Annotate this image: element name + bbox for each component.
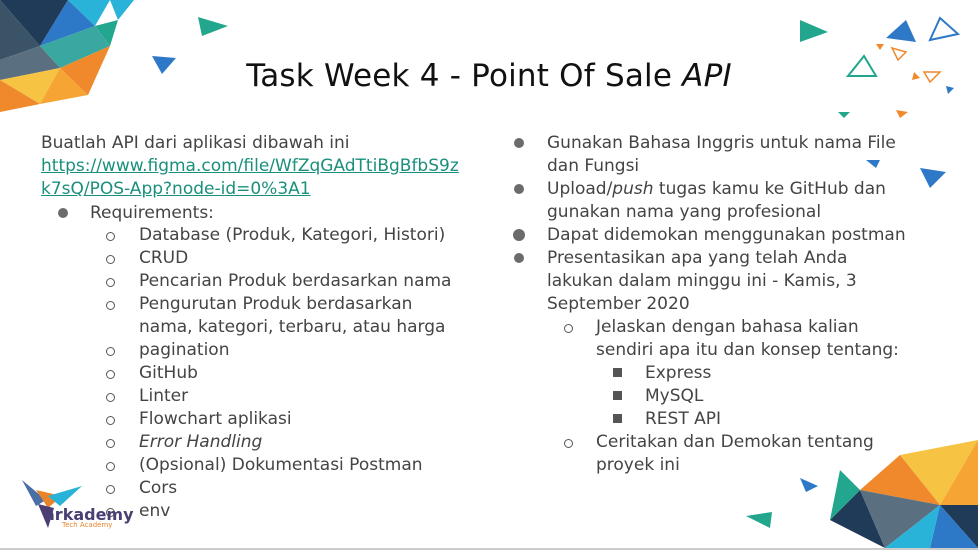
requirement-item: Pencarian Produk berdasarkan nama bbox=[139, 271, 452, 291]
bullet-ring bbox=[564, 324, 573, 333]
slide-bottom-border bbox=[0, 548, 978, 550]
bullet-ring bbox=[106, 347, 115, 356]
sub-bullet-text: Ceritakan dan Demokan tentang bbox=[596, 432, 874, 452]
requirement-item: GitHub bbox=[139, 363, 198, 383]
bullet-square bbox=[613, 414, 622, 423]
requirements-label: Requirements: bbox=[90, 203, 214, 223]
bullet-ring bbox=[106, 439, 115, 448]
bullet-square bbox=[613, 391, 622, 400]
requirement-item: Error Handling bbox=[139, 432, 263, 452]
bullet-ring bbox=[106, 416, 115, 425]
upload-text: Upload/ bbox=[547, 179, 613, 199]
bullet-ring bbox=[106, 301, 115, 310]
bullet-dot bbox=[58, 208, 68, 218]
arkademy-logo-tagline: Tech Academy bbox=[62, 521, 113, 529]
bullet-dot bbox=[513, 229, 525, 241]
slide-title: Task Week 4 - Point Of Sale API bbox=[0, 58, 978, 94]
bullet-ring bbox=[106, 278, 115, 287]
right-bullet-text: gunakan nama yang profesional bbox=[547, 202, 822, 222]
requirement-item: pagination bbox=[139, 340, 230, 360]
bullet-ring bbox=[106, 232, 115, 241]
requirement-item-continued: nama, kategori, terbaru, atau harga bbox=[139, 317, 446, 337]
bullet-ring bbox=[106, 370, 115, 379]
requirement-item: Database (Produk, Kategori, Histori) bbox=[139, 225, 446, 245]
title-italic-text: API bbox=[682, 58, 732, 94]
tech-item: REST API bbox=[645, 409, 722, 429]
tech-item: MySQL bbox=[645, 386, 704, 406]
requirement-item: Pengurutan Produk berdasarkan bbox=[139, 294, 413, 314]
right-bullet-text: Gunakan Bahasa Inggris untuk nama File bbox=[547, 133, 896, 153]
right-bullet-text: Upload/push tugas kamu ke GitHub dan bbox=[547, 178, 886, 201]
bullet-square bbox=[613, 368, 622, 377]
push-text: push bbox=[612, 179, 654, 199]
presentation-line3: September 2020 bbox=[547, 294, 690, 314]
requirement-item: Flowchart aplikasi bbox=[139, 409, 292, 429]
presentation-line1: Presentasikan apa yang telah Anda bbox=[547, 248, 848, 268]
bullet-ring bbox=[106, 462, 115, 471]
figma-link-line1[interactable]: https://www.figma.com/file/WfZqGAdTtiBgB… bbox=[41, 155, 459, 178]
slide: Task Week 4 - Point Of Sale API Buatlah … bbox=[0, 0, 978, 560]
github-text: tugas kamu ke GitHub dan bbox=[653, 179, 886, 199]
presentation-line2: lakukan dalam minggu ini - Kamis, 3 bbox=[547, 271, 857, 291]
figma-link-line2[interactable]: k7sQ/POS-App?node-id=0%3A1 bbox=[41, 178, 311, 201]
bullet-dot bbox=[514, 184, 524, 194]
sub-bullet-text: proyek ini bbox=[596, 455, 680, 475]
sub-bullet-text: sendiri apa itu dan konsep tentang: bbox=[596, 340, 899, 360]
requirement-item: Cors bbox=[139, 478, 178, 498]
right-bullet-text: Dapat didemokan menggunakan postman bbox=[547, 225, 906, 245]
title-main-text: Task Week 4 - Point Of Sale bbox=[246, 58, 683, 94]
sub-bullet-text: Jelaskan dengan bahasa kalian bbox=[596, 317, 859, 337]
bullet-ring bbox=[564, 439, 573, 448]
intro-text: Buatlah API dari aplikasi dibawah ini bbox=[41, 133, 350, 153]
right-bullet-text: dan Fungsi bbox=[547, 156, 640, 176]
bullet-dot bbox=[514, 138, 524, 148]
requirement-item: Linter bbox=[139, 386, 189, 406]
bullet-dot bbox=[514, 253, 524, 263]
tech-item: Express bbox=[645, 363, 712, 383]
requirement-item: (Opsional) Dokumentasi Postman bbox=[139, 455, 423, 475]
bullet-ring bbox=[106, 393, 115, 402]
bullet-ring bbox=[106, 255, 115, 264]
requirement-item: CRUD bbox=[139, 248, 189, 268]
requirement-item: env bbox=[139, 501, 171, 521]
bullet-ring bbox=[106, 485, 115, 494]
